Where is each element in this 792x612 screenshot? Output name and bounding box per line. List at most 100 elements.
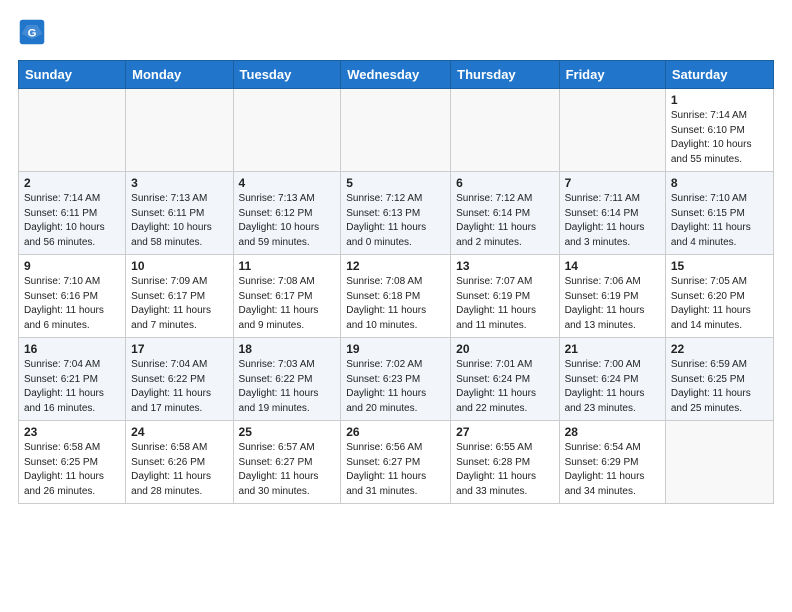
day-info: Sunrise: 7:07 AM Sunset: 6:19 PM Dayligh… xyxy=(456,275,553,333)
day-info: Sunrise: 7:13 AM Sunset: 6:12 PM Dayligh… xyxy=(239,192,336,250)
day-number: 18 xyxy=(239,342,336,356)
day-info: Sunrise: 7:06 AM Sunset: 6:19 PM Dayligh… xyxy=(565,275,660,333)
day-number: 11 xyxy=(239,259,336,273)
calendar-cell: 9 Sunrise: 7:10 AM Sunset: 6:16 PM Daylig… xyxy=(19,255,126,338)
day-number: 26 xyxy=(346,425,445,439)
calendar-cell xyxy=(233,89,341,172)
calendar-cell: 23 Sunrise: 6:58 AM Sunset: 6:25 PM Dayli… xyxy=(19,421,126,504)
calendar-cell xyxy=(665,421,773,504)
page: G SundayMondayTuesdayWednesdayThursdayFr… xyxy=(0,0,792,516)
calendar-cell: 3 Sunrise: 7:13 AM Sunset: 6:11 PM Daylig… xyxy=(126,172,233,255)
calendar-cell: 19Sunrise: 7:02 AM Sunset: 6:23 PM Dayli… xyxy=(341,338,451,421)
day-number: 1 xyxy=(671,93,768,107)
day-info: Sunrise: 7:14 AM Sunset: 6:10 PM Dayligh… xyxy=(671,109,768,167)
calendar-cell: 17 Sunrise: 7:04 AM Sunset: 6:22 PM Dayli… xyxy=(126,338,233,421)
calendar-cell: 27 Sunrise: 6:55 AM Sunset: 6:28 PM Dayli… xyxy=(451,421,559,504)
day-number: 4 xyxy=(239,176,336,190)
day-info: Sunrise: 7:05 AM Sunset: 6:20 PM Dayligh… xyxy=(671,275,768,333)
day-info: Sunrise: 7:04 AM Sunset: 6:22 PM Dayligh… xyxy=(131,358,227,416)
day-number: 2 xyxy=(24,176,120,190)
weekday-header-sunday: Sunday xyxy=(19,61,126,89)
calendar-cell: 16 Sunrise: 7:04 AM Sunset: 6:21 PM Dayli… xyxy=(19,338,126,421)
day-number: 27 xyxy=(456,425,553,439)
day-number: 6 xyxy=(456,176,553,190)
calendar-cell: 12 Sunrise: 7:08 AM Sunset: 6:18 PM Dayli… xyxy=(341,255,451,338)
weekday-header-row: SundayMondayTuesdayWednesdayThursdayFrid… xyxy=(19,61,774,89)
calendar-cell: 15 Sunrise: 7:05 AM Sunset: 6:20 PM Dayli… xyxy=(665,255,773,338)
calendar-cell: 20 Sunrise: 7:01 AM Sunset: 6:24 PM Dayli… xyxy=(451,338,559,421)
calendar-cell: 21Sunrise: 7:00 AM Sunset: 6:24 PM Dayli… xyxy=(559,338,665,421)
day-info: Sunrise: 7:03 AM Sunset: 6:22 PM Dayligh… xyxy=(239,358,336,416)
day-number: 19 xyxy=(346,342,445,356)
svg-text:G: G xyxy=(28,27,37,39)
day-number: 8 xyxy=(671,176,768,190)
weekday-header-thursday: Thursday xyxy=(451,61,559,89)
day-info: Sunrise: 6:58 AM Sunset: 6:25 PM Dayligh… xyxy=(24,441,120,499)
weekday-header-friday: Friday xyxy=(559,61,665,89)
weekday-header-wednesday: Wednesday xyxy=(341,61,451,89)
weekday-header-monday: Monday xyxy=(126,61,233,89)
day-number: 28 xyxy=(565,425,660,439)
calendar-cell: 11Sunrise: 7:08 AM Sunset: 6:17 PM Dayli… xyxy=(233,255,341,338)
calendar-cell: 22Sunrise: 6:59 AM Sunset: 6:25 PM Dayli… xyxy=(665,338,773,421)
calendar-cell: 6 Sunrise: 7:12 AM Sunset: 6:14 PM Daylig… xyxy=(451,172,559,255)
day-info: Sunrise: 7:00 AM Sunset: 6:24 PM Dayligh… xyxy=(565,358,660,416)
calendar-cell xyxy=(126,89,233,172)
calendar-cell: 13 Sunrise: 7:07 AM Sunset: 6:19 PM Dayli… xyxy=(451,255,559,338)
day-info: Sunrise: 6:55 AM Sunset: 6:28 PM Dayligh… xyxy=(456,441,553,499)
calendar-cell xyxy=(341,89,451,172)
day-number: 17 xyxy=(131,342,227,356)
day-number: 5 xyxy=(346,176,445,190)
day-info: Sunrise: 7:12 AM Sunset: 6:13 PM Dayligh… xyxy=(346,192,445,250)
week-row-1: 2 Sunrise: 7:14 AM Sunset: 6:11 PM Daylig… xyxy=(19,172,774,255)
calendar-cell: 4 Sunrise: 7:13 AM Sunset: 6:12 PM Daylig… xyxy=(233,172,341,255)
calendar-table: SundayMondayTuesdayWednesdayThursdayFrid… xyxy=(18,60,774,504)
day-info: Sunrise: 7:14 AM Sunset: 6:11 PM Dayligh… xyxy=(24,192,120,250)
day-number: 23 xyxy=(24,425,120,439)
day-info: Sunrise: 7:11 AM Sunset: 6:14 PM Dayligh… xyxy=(565,192,660,250)
day-info: Sunrise: 7:01 AM Sunset: 6:24 PM Dayligh… xyxy=(456,358,553,416)
day-info: Sunrise: 6:56 AM Sunset: 6:27 PM Dayligh… xyxy=(346,441,445,499)
week-row-4: 23 Sunrise: 6:58 AM Sunset: 6:25 PM Dayli… xyxy=(19,421,774,504)
calendar-cell xyxy=(19,89,126,172)
day-info: Sunrise: 7:13 AM Sunset: 6:11 PM Dayligh… xyxy=(131,192,227,250)
day-number: 20 xyxy=(456,342,553,356)
calendar-cell: 2 Sunrise: 7:14 AM Sunset: 6:11 PM Daylig… xyxy=(19,172,126,255)
header: G xyxy=(18,18,774,46)
day-number: 24 xyxy=(131,425,227,439)
calendar-cell: 24Sunrise: 6:58 AM Sunset: 6:26 PM Dayli… xyxy=(126,421,233,504)
week-row-3: 16 Sunrise: 7:04 AM Sunset: 6:21 PM Dayli… xyxy=(19,338,774,421)
calendar-cell xyxy=(559,89,665,172)
day-info: Sunrise: 7:09 AM Sunset: 6:17 PM Dayligh… xyxy=(131,275,227,333)
calendar-cell: 28 Sunrise: 6:54 AM Sunset: 6:29 PM Dayli… xyxy=(559,421,665,504)
weekday-header-tuesday: Tuesday xyxy=(233,61,341,89)
day-number: 15 xyxy=(671,259,768,273)
calendar-cell: 14Sunrise: 7:06 AM Sunset: 6:19 PM Dayli… xyxy=(559,255,665,338)
day-info: Sunrise: 7:10 AM Sunset: 6:16 PM Dayligh… xyxy=(24,275,120,333)
calendar-cell: 5 Sunrise: 7:12 AM Sunset: 6:13 PM Daylig… xyxy=(341,172,451,255)
day-number: 10 xyxy=(131,259,227,273)
calendar-cell: 1 Sunrise: 7:14 AM Sunset: 6:10 PM Daylig… xyxy=(665,89,773,172)
day-number: 16 xyxy=(24,342,120,356)
day-number: 3 xyxy=(131,176,227,190)
calendar-cell xyxy=(451,89,559,172)
day-info: Sunrise: 7:04 AM Sunset: 6:21 PM Dayligh… xyxy=(24,358,120,416)
week-row-0: 1 Sunrise: 7:14 AM Sunset: 6:10 PM Daylig… xyxy=(19,89,774,172)
day-info: Sunrise: 6:54 AM Sunset: 6:29 PM Dayligh… xyxy=(565,441,660,499)
day-number: 13 xyxy=(456,259,553,273)
day-number: 12 xyxy=(346,259,445,273)
day-number: 7 xyxy=(565,176,660,190)
calendar-cell: 25 Sunrise: 6:57 AM Sunset: 6:27 PM Dayli… xyxy=(233,421,341,504)
day-number: 22 xyxy=(671,342,768,356)
day-info: Sunrise: 6:57 AM Sunset: 6:27 PM Dayligh… xyxy=(239,441,336,499)
logo: G xyxy=(18,18,50,46)
calendar-cell: 7 Sunrise: 7:11 AM Sunset: 6:14 PM Daylig… xyxy=(559,172,665,255)
day-number: 25 xyxy=(239,425,336,439)
week-row-2: 9 Sunrise: 7:10 AM Sunset: 6:16 PM Daylig… xyxy=(19,255,774,338)
calendar-cell: 26 Sunrise: 6:56 AM Sunset: 6:27 PM Dayli… xyxy=(341,421,451,504)
logo-icon: G xyxy=(18,18,46,46)
day-info: Sunrise: 7:12 AM Sunset: 6:14 PM Dayligh… xyxy=(456,192,553,250)
day-number: 9 xyxy=(24,259,120,273)
calendar-cell: 10 Sunrise: 7:09 AM Sunset: 6:17 PM Dayli… xyxy=(126,255,233,338)
day-info: Sunrise: 7:08 AM Sunset: 6:18 PM Dayligh… xyxy=(346,275,445,333)
